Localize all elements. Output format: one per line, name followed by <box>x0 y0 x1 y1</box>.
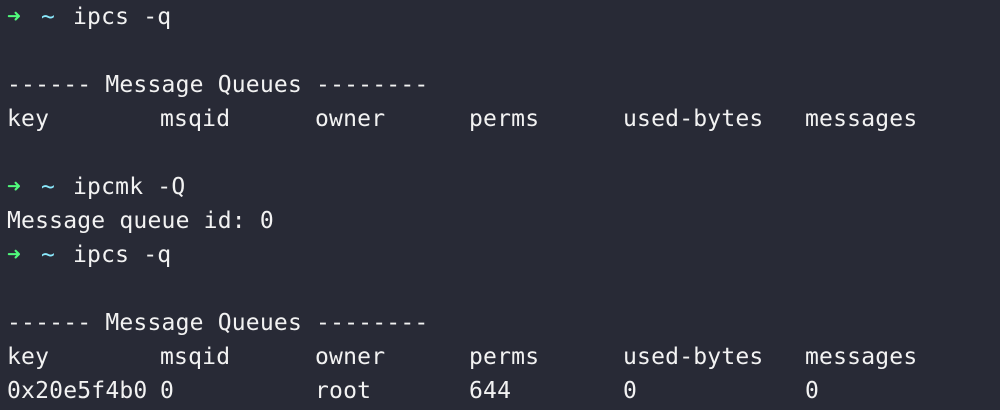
terminal-output[interactable]: ➜ ~ ipcs -q ------ Message Queues ------… <box>7 0 925 408</box>
col-messages: messages <box>805 106 918 132</box>
cwd-tilde: ~ <box>41 174 56 200</box>
cell-perms: 644 <box>469 378 512 404</box>
right-arrow-icon: ➜ <box>7 174 22 200</box>
col-owner: owner <box>315 344 386 370</box>
col-used-bytes: used-bytes <box>623 344 764 370</box>
cell-messages: 0 <box>805 378 820 404</box>
cwd-tilde: ~ <box>41 4 56 30</box>
column-headers: key msqid owner perms used-bytes message… <box>7 340 925 374</box>
section-header: ------ Message Queues -------- <box>7 72 429 98</box>
col-perms: perms <box>469 344 540 370</box>
col-messages: messages <box>805 344 918 370</box>
section-header: ------ Message Queues -------- <box>7 310 429 336</box>
col-msqid: msqid <box>160 106 231 132</box>
table-row: 0x20e5f4b0 0 root 644 0 0 <box>7 374 925 408</box>
command-text: ipcs -q <box>73 4 172 30</box>
col-key: key <box>7 106 50 132</box>
cell-key: 0x20e5f4b0 <box>7 378 148 404</box>
cwd-tilde: ~ <box>41 242 56 268</box>
cell-used-bytes: 0 <box>623 378 638 404</box>
col-msqid: msqid <box>160 344 231 370</box>
cell-msqid: 0 <box>160 378 175 404</box>
right-arrow-icon: ➜ <box>7 4 22 30</box>
command-text: ipcs -q <box>73 242 172 268</box>
col-used-bytes: used-bytes <box>623 106 764 132</box>
cell-owner: root <box>315 378 372 404</box>
col-key: key <box>7 344 50 370</box>
prompt-line-2: ➜ ~ ipcmk -Q <box>7 170 925 204</box>
command-text: ipcmk -Q <box>73 174 186 200</box>
right-arrow-icon: ➜ <box>7 242 22 268</box>
column-headers: key msqid owner perms used-bytes message… <box>7 102 925 136</box>
col-perms: perms <box>469 106 540 132</box>
col-owner: owner <box>315 106 386 132</box>
prompt-line-1: ➜ ~ ipcs -q <box>7 0 925 34</box>
command-output: Message queue id: 0 <box>7 208 274 234</box>
prompt-line-3: ➜ ~ ipcs -q <box>7 238 925 272</box>
